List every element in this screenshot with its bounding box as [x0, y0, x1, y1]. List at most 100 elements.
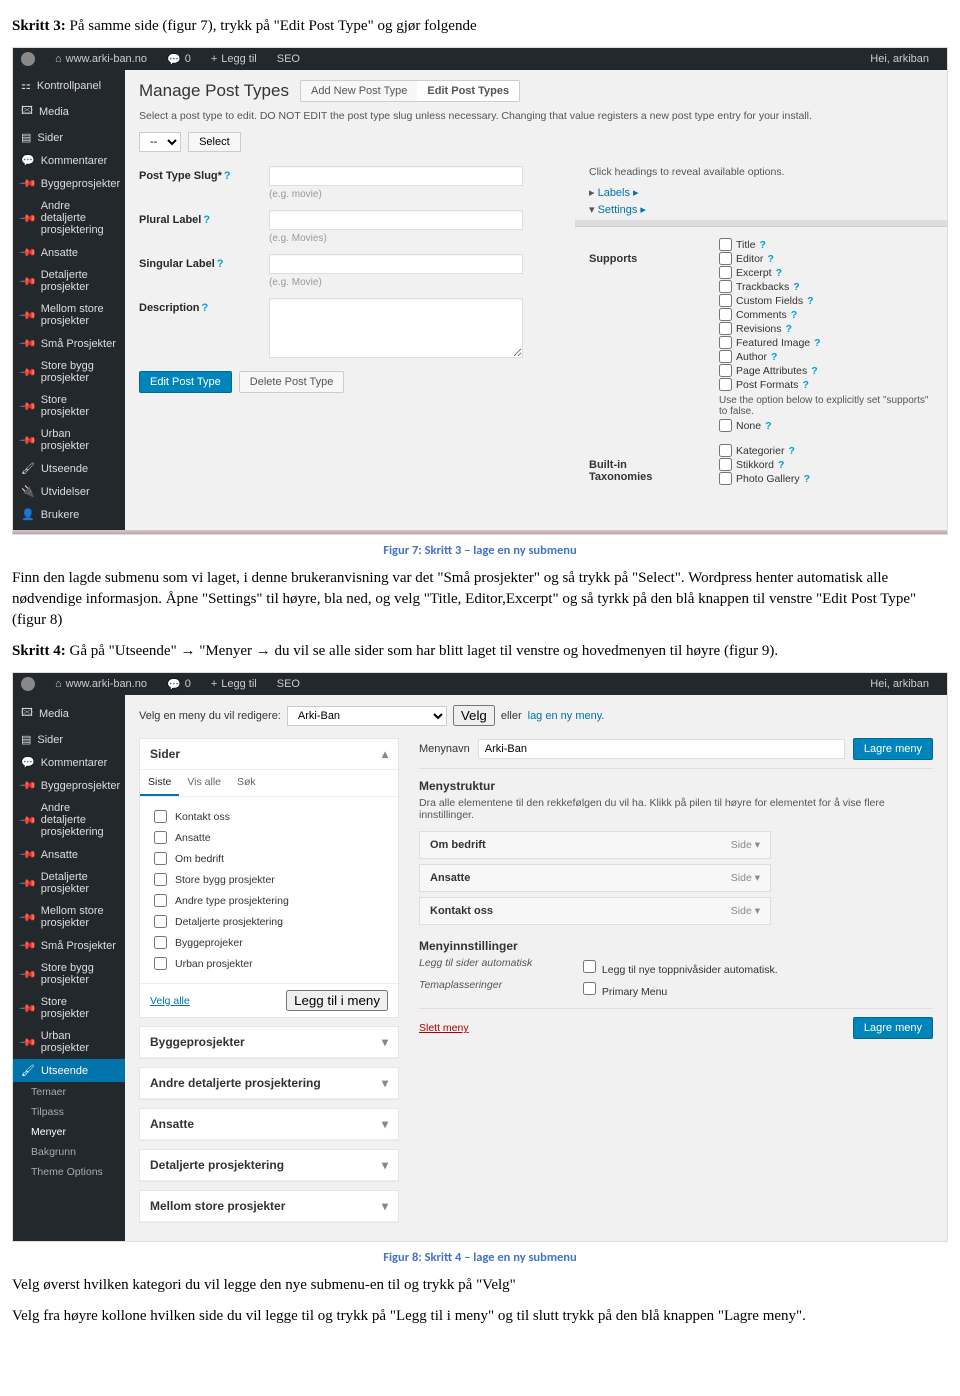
- menu-item[interactable]: AnsatteSide ▾: [419, 864, 771, 892]
- support-item[interactable]: Post Formats?: [719, 378, 933, 391]
- sidebar-item[interactable]: 📌Byggeprosjekter: [13, 774, 125, 797]
- support-item[interactable]: Custom Fields?: [719, 294, 933, 307]
- menu-item[interactable]: Kontakt ossSide ▾: [419, 897, 771, 925]
- support-item[interactable]: Page Attributes?: [719, 364, 933, 377]
- help-icon[interactable]: ?: [203, 214, 210, 226]
- sidebar-item[interactable]: 📌Detaljerte prosjekter: [13, 264, 125, 298]
- sidebar-item[interactable]: 📌Detaljerte prosjekter: [13, 866, 125, 900]
- desc-textarea[interactable]: [269, 298, 523, 358]
- help-icon[interactable]: ?: [776, 267, 782, 279]
- help-icon[interactable]: ?: [759, 239, 765, 251]
- chevron-up-icon[interactable]: ▴: [382, 747, 388, 761]
- edit-post-type-button[interactable]: Edit Post Type: [139, 371, 232, 393]
- sidebar-item[interactable]: 👤Brukere: [13, 503, 125, 526]
- help-icon[interactable]: ?: [224, 170, 231, 182]
- velg-button[interactable]: Velg: [453, 705, 495, 726]
- page-checkbox[interactable]: Kontakt oss: [150, 807, 388, 826]
- menu-select[interactable]: Arki-Ban: [287, 706, 447, 726]
- page-checkbox[interactable]: Ansatte: [150, 828, 388, 847]
- sidebar-sub[interactable]: Tilpass: [13, 1102, 125, 1122]
- sidebar-item[interactable]: 💬Kommentarer: [13, 751, 125, 774]
- post-type-select[interactable]: --: [139, 132, 181, 152]
- sidebar-item[interactable]: 📌Små Prosjekter: [13, 934, 125, 957]
- collapsed-panel[interactable]: Mellom store prosjekter▾: [139, 1190, 399, 1223]
- collapsed-panel[interactable]: Detaljerte prosjektering▾: [139, 1149, 399, 1182]
- sidebar-item[interactable]: 📌Store bygg prosjekter: [13, 957, 125, 991]
- add-to-menu-button[interactable]: Legg til i meny: [286, 990, 388, 1011]
- sidebar-sub[interactable]: Bakgrunn: [13, 1142, 125, 1162]
- seo-link[interactable]: SEO: [277, 678, 300, 690]
- tax-item[interactable]: Stikkord?: [719, 458, 933, 471]
- save-menu-button-bottom[interactable]: Lagre meny: [853, 1017, 933, 1039]
- support-item[interactable]: Featured Image?: [719, 336, 933, 349]
- page-checkbox[interactable]: Om bedrift: [150, 849, 388, 868]
- sidebar-sub[interactable]: Theme Options: [13, 1162, 125, 1182]
- page-checkbox[interactable]: Urban prosjekter: [150, 954, 388, 973]
- sidebar-item[interactable]: ▤Sider: [13, 728, 125, 751]
- save-menu-button-top[interactable]: Lagre meny: [853, 738, 933, 760]
- menuname-input[interactable]: [478, 739, 845, 759]
- help-icon[interactable]: ?: [202, 302, 209, 314]
- collapsed-panel[interactable]: Andre detaljerte prosjektering▾: [139, 1067, 399, 1100]
- help-icon[interactable]: ?: [765, 420, 771, 432]
- support-item[interactable]: Revisions?: [719, 322, 933, 335]
- labels-accordion[interactable]: Labels ▸: [589, 186, 933, 199]
- help-icon[interactable]: ?: [217, 258, 224, 270]
- plural-input[interactable]: [269, 210, 523, 230]
- help-icon[interactable]: ?: [811, 365, 817, 377]
- menu-item[interactable]: Om bedriftSide ▾: [419, 831, 771, 859]
- seo-link[interactable]: SEO: [277, 53, 300, 65]
- sidebar-item[interactable]: 📌Urban prosjekter: [13, 423, 125, 457]
- support-item[interactable]: Title?: [719, 238, 933, 251]
- support-item[interactable]: Editor?: [719, 252, 933, 265]
- sidebar-item[interactable]: 🖾Media: [13, 97, 125, 126]
- select-button[interactable]: Select: [188, 132, 241, 152]
- wp-logo-icon[interactable]: [21, 677, 45, 691]
- sidebar-item[interactable]: 📌Andre detaljerte prosjektering: [13, 797, 125, 843]
- singular-input[interactable]: [269, 254, 523, 274]
- wp-logo-icon[interactable]: [21, 52, 45, 66]
- sidebar-item[interactable]: 📌Urban prosjekter: [13, 1025, 125, 1059]
- sidebar-item[interactable]: 🖾Media: [13, 699, 125, 728]
- page-checkbox[interactable]: Store bygg prosjekter: [150, 870, 388, 889]
- tab-add-new[interactable]: Add New Post Type: [301, 81, 417, 101]
- greeting[interactable]: Hei, arkiban: [870, 678, 929, 690]
- sidebar-item[interactable]: 📌Ansatte: [13, 843, 125, 866]
- collapsed-panel[interactable]: Byggeprosjekter▾: [139, 1026, 399, 1059]
- page-checkbox[interactable]: Detaljerte prosjektering: [150, 912, 388, 931]
- support-item[interactable]: Author?: [719, 350, 933, 363]
- theme-loc-checkbox[interactable]: Primary Menu: [579, 979, 667, 998]
- settings-accordion[interactable]: Settings ▸: [589, 203, 933, 216]
- tab-sok[interactable]: Søk: [229, 770, 264, 796]
- support-none[interactable]: None?: [719, 419, 933, 432]
- sidebar-item[interactable]: ▤Sider: [13, 126, 125, 149]
- help-icon[interactable]: ?: [788, 445, 794, 457]
- sidebar-item-utseende[interactable]: 🖌Utseende: [13, 1059, 125, 1082]
- sidebar-item[interactable]: 📌Ansatte: [13, 241, 125, 264]
- sidebar-sub[interactable]: Temaer: [13, 1082, 125, 1102]
- comments-icon[interactable]: 💬 0: [167, 678, 201, 691]
- sidebar-item[interactable]: 🔌Utvidelser: [13, 480, 125, 503]
- tab-siste[interactable]: Siste: [140, 770, 179, 796]
- help-icon[interactable]: ?: [767, 253, 773, 265]
- sidebar-item[interactable]: 📌Store bygg prosjekter: [13, 355, 125, 389]
- site-link[interactable]: ⌂ www.arki-ban.no: [55, 53, 157, 65]
- sidebar-item[interactable]: 🖌Utseende: [13, 457, 125, 480]
- help-icon[interactable]: ?: [804, 473, 810, 485]
- help-icon[interactable]: ?: [786, 323, 792, 335]
- sidebar-item[interactable]: ⚏Kontrollpanel: [13, 74, 125, 97]
- page-checkbox[interactable]: Byggeprojeker: [150, 933, 388, 952]
- slug-input[interactable]: [269, 166, 523, 186]
- support-item[interactable]: Comments?: [719, 308, 933, 321]
- new-menu-link[interactable]: lag en ny meny.: [528, 710, 605, 722]
- sidebar-item[interactable]: 📌Store prosjekter: [13, 991, 125, 1025]
- velg-alle-link[interactable]: Velg alle: [150, 995, 190, 1007]
- help-icon[interactable]: ?: [778, 459, 784, 471]
- help-icon[interactable]: ?: [771, 351, 777, 363]
- support-item[interactable]: Trackbacks?: [719, 280, 933, 293]
- sidebar-item[interactable]: 📌Små Prosjekter: [13, 332, 125, 355]
- sidebar-item[interactable]: 📌Andre detaljerte prosjektering: [13, 195, 125, 241]
- page-checkbox[interactable]: Andre type prosjektering: [150, 891, 388, 910]
- sidebar-item[interactable]: 💬Kommentarer: [13, 149, 125, 172]
- greeting[interactable]: Hei, arkiban: [870, 53, 929, 65]
